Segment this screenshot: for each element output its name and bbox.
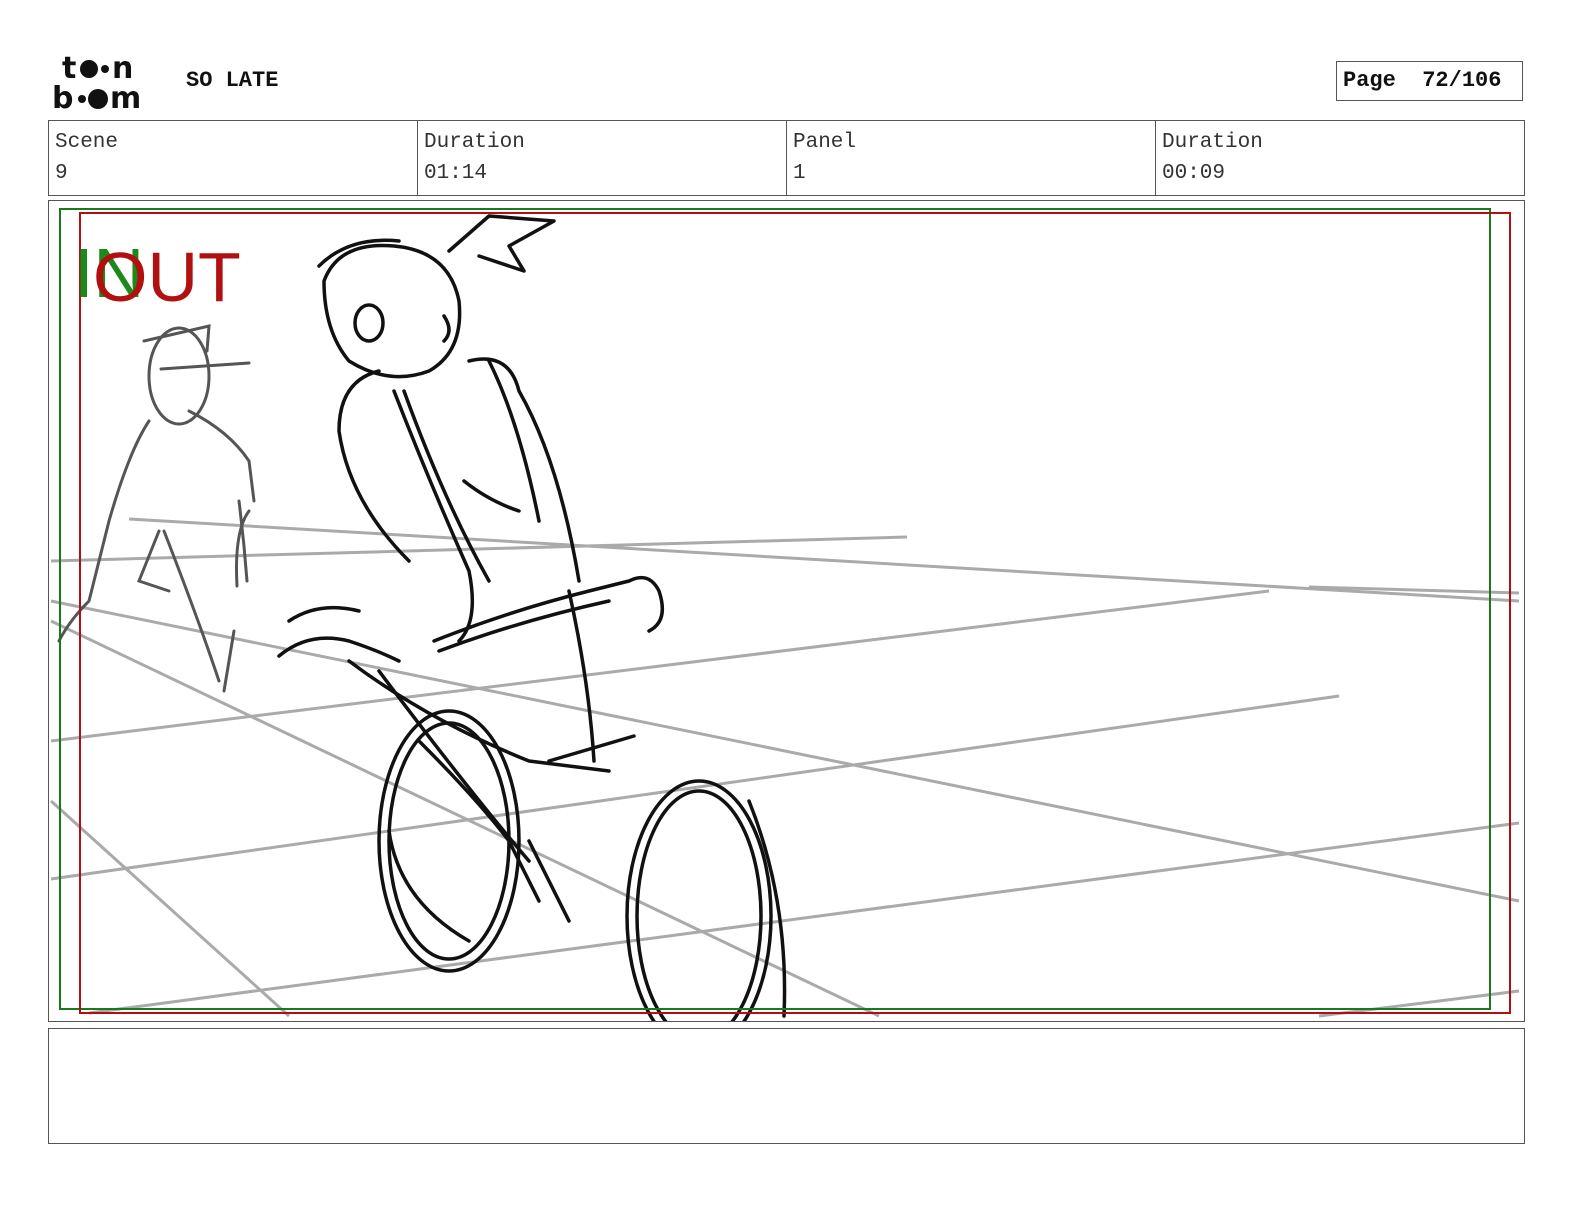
panel-notes[interactable] bbox=[48, 1028, 1525, 1144]
panel-duration-value: 00:09 bbox=[1162, 162, 1226, 185]
project-title: SO LATE bbox=[186, 68, 279, 93]
scene-label: Scene bbox=[55, 131, 119, 154]
page-indicator: Page 72/106 bbox=[1336, 61, 1523, 101]
svg-text:b: b bbox=[52, 81, 73, 112]
scene-duration-label: Duration bbox=[424, 131, 525, 154]
panel-value: 1 bbox=[793, 162, 806, 185]
scene-value: 9 bbox=[55, 162, 68, 185]
ground-grid bbox=[49, 517, 1520, 1018]
scene-duration-value: 01:14 bbox=[424, 162, 488, 185]
cyclist-sketch bbox=[277, 214, 787, 1021]
page-label: Page bbox=[1343, 68, 1396, 93]
panel-duration-cell: Duration 00:09 bbox=[1155, 121, 1524, 195]
out-marker: OUT bbox=[93, 238, 241, 316]
panel-info-row: Scene 9 Duration 01:14 Panel 1 Duration … bbox=[48, 120, 1525, 196]
svg-text:m: m bbox=[110, 81, 141, 112]
panel-duration-label: Duration bbox=[1162, 131, 1263, 154]
panel-label: Panel bbox=[793, 131, 857, 154]
storyboard-panel: IN OUT bbox=[48, 200, 1525, 1022]
panel-sketch: IN OUT bbox=[49, 208, 1520, 1021]
page-number: 72/106 bbox=[1422, 68, 1502, 93]
panel-cell: Panel 1 bbox=[786, 121, 1155, 195]
toonboom-logo: t n b m bbox=[52, 51, 141, 112]
out-frame-border bbox=[79, 212, 1511, 1014]
scene-cell: Scene 9 bbox=[49, 121, 417, 195]
scene-duration-cell: Duration 01:14 bbox=[417, 121, 786, 195]
